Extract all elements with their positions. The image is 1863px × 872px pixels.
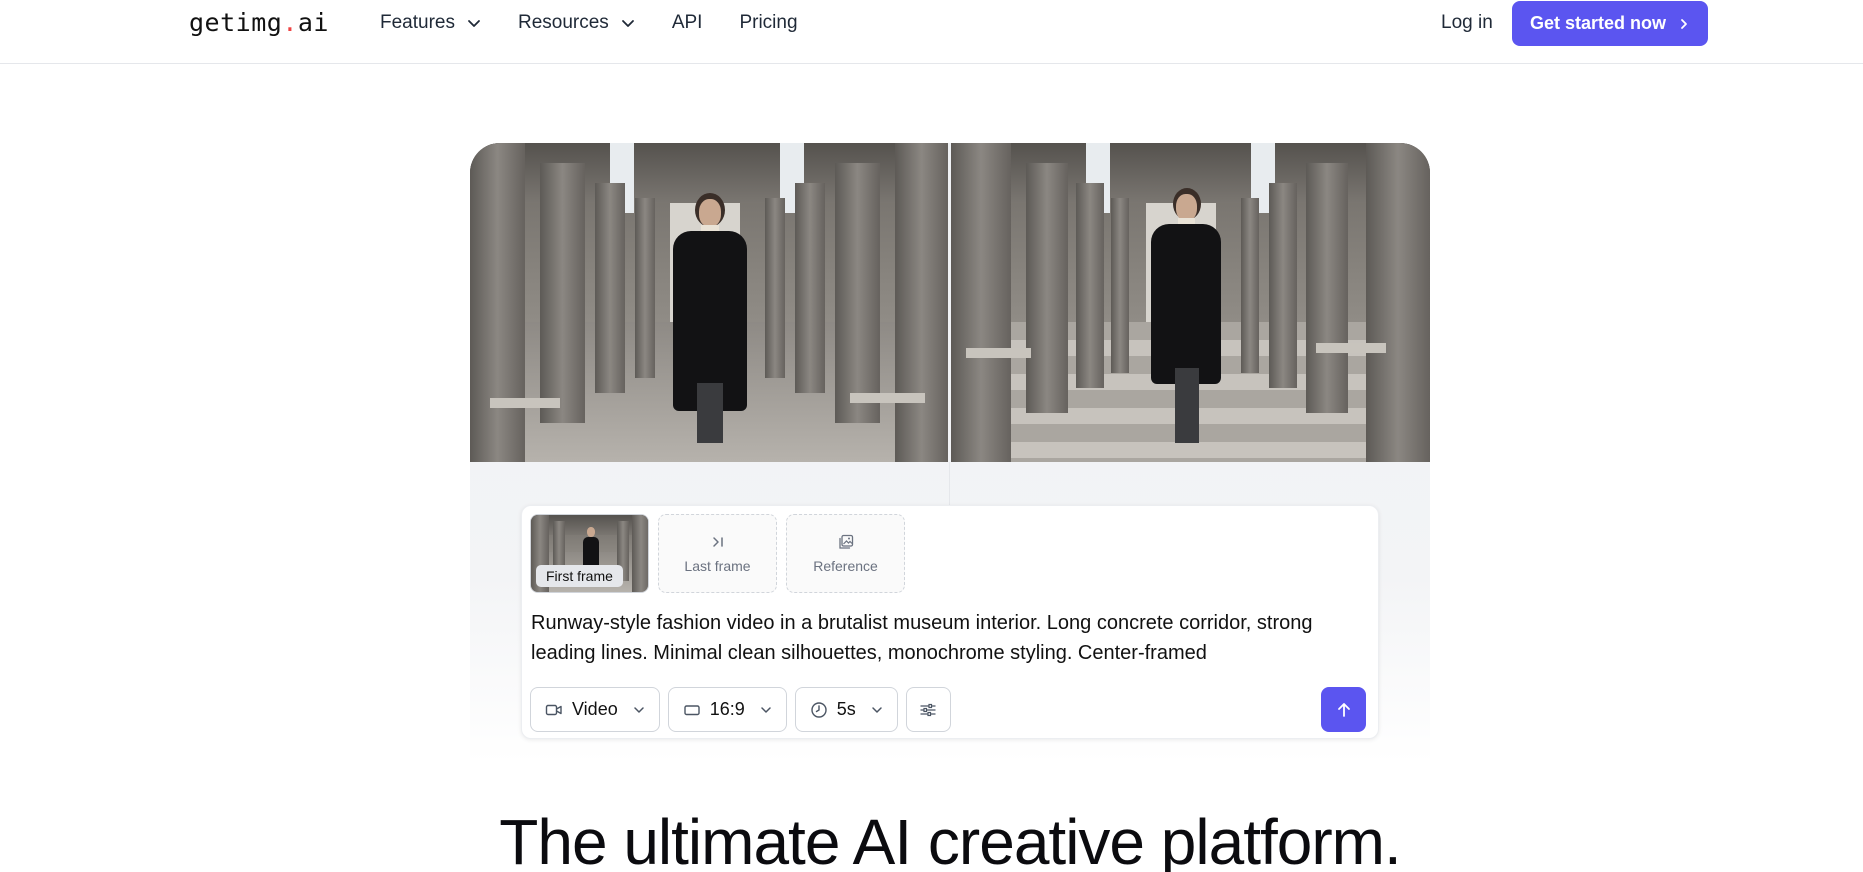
chevron-down-icon bbox=[633, 706, 644, 713]
duration-value: 5s bbox=[836, 699, 856, 719]
corridor-scene bbox=[470, 143, 948, 462]
aspect-ratio-value: 16:9 bbox=[709, 699, 745, 719]
logo-tld: ai bbox=[297, 8, 329, 37]
logo-main: getimg bbox=[189, 8, 283, 37]
sliders-icon bbox=[920, 703, 936, 716]
first-frame-slot[interactable]: First frame bbox=[530, 514, 649, 593]
nav-item-label: Features bbox=[380, 12, 455, 33]
video-camera-icon bbox=[545, 704, 562, 715]
nav-item-resources[interactable]: Resources bbox=[518, 12, 635, 34]
reference-slot[interactable]: Reference bbox=[786, 514, 905, 593]
image-reference-icon bbox=[838, 534, 853, 549]
chevron-right-icon bbox=[1681, 18, 1687, 29]
model-figure bbox=[1141, 188, 1231, 448]
hero-headline: The ultimate AI creative platform. bbox=[499, 806, 1402, 872]
duration-select[interactable]: 5s bbox=[794, 687, 898, 732]
model-figure bbox=[665, 193, 755, 453]
last-frame-label: Last frame bbox=[684, 557, 751, 574]
reference-label: Reference bbox=[813, 557, 878, 574]
generate-button[interactable] bbox=[1321, 687, 1366, 732]
prompt-panel: First frame Last frame Reference Runway-… bbox=[521, 505, 1379, 739]
last-frame-slot[interactable]: Last frame bbox=[658, 514, 777, 593]
get-started-button[interactable]: Get started now bbox=[1512, 1, 1708, 46]
preview-image-last bbox=[951, 143, 1430, 462]
top-navigation: getimg.ai Features Resources API Pricing… bbox=[0, 0, 1863, 64]
clock-icon bbox=[811, 701, 827, 718]
first-frame-label: First frame bbox=[536, 565, 623, 587]
nav-links: Features Resources API Pricing bbox=[380, 0, 835, 46]
nav-item-label: Resources bbox=[517, 12, 609, 33]
nav-item-pricing[interactable]: Pricing bbox=[739, 12, 797, 34]
skip-to-end-icon bbox=[712, 536, 723, 547]
chevron-down-icon bbox=[761, 706, 771, 713]
aspect-ratio-icon bbox=[684, 704, 700, 715]
aspect-ratio-select[interactable]: 16:9 bbox=[667, 687, 787, 732]
hero-demo-card: First frame Last frame Reference Runway-… bbox=[470, 143, 1430, 763]
chevron-down-icon bbox=[872, 706, 882, 713]
nav-item-label: Pricing bbox=[739, 12, 798, 33]
prompt-input[interactable]: Runway-style fashion video in a brutalis… bbox=[531, 608, 1351, 668]
nav-item-api[interactable]: API bbox=[672, 12, 703, 34]
chevron-down-icon bbox=[468, 20, 480, 27]
get-started-label: Get started now bbox=[1529, 13, 1667, 33]
login-link[interactable]: Log in bbox=[1441, 0, 1493, 46]
mode-value: Video bbox=[572, 699, 618, 719]
chevron-down-icon bbox=[621, 20, 634, 27]
logo-dot: . bbox=[282, 8, 298, 37]
arrow-up-icon bbox=[1337, 702, 1350, 717]
frame-slots: First frame Last frame Reference bbox=[530, 514, 905, 593]
generation-controls: Video 16:9 5s bbox=[530, 687, 951, 732]
corridor-scene bbox=[951, 143, 1430, 462]
logo[interactable]: getimg.ai bbox=[189, 8, 329, 37]
nav-item-features[interactable]: Features bbox=[380, 12, 481, 34]
mode-select[interactable]: Video bbox=[530, 687, 660, 732]
nav-item-label: API bbox=[671, 12, 703, 33]
preview-image-first bbox=[470, 143, 948, 462]
advanced-settings-button[interactable] bbox=[905, 687, 951, 732]
